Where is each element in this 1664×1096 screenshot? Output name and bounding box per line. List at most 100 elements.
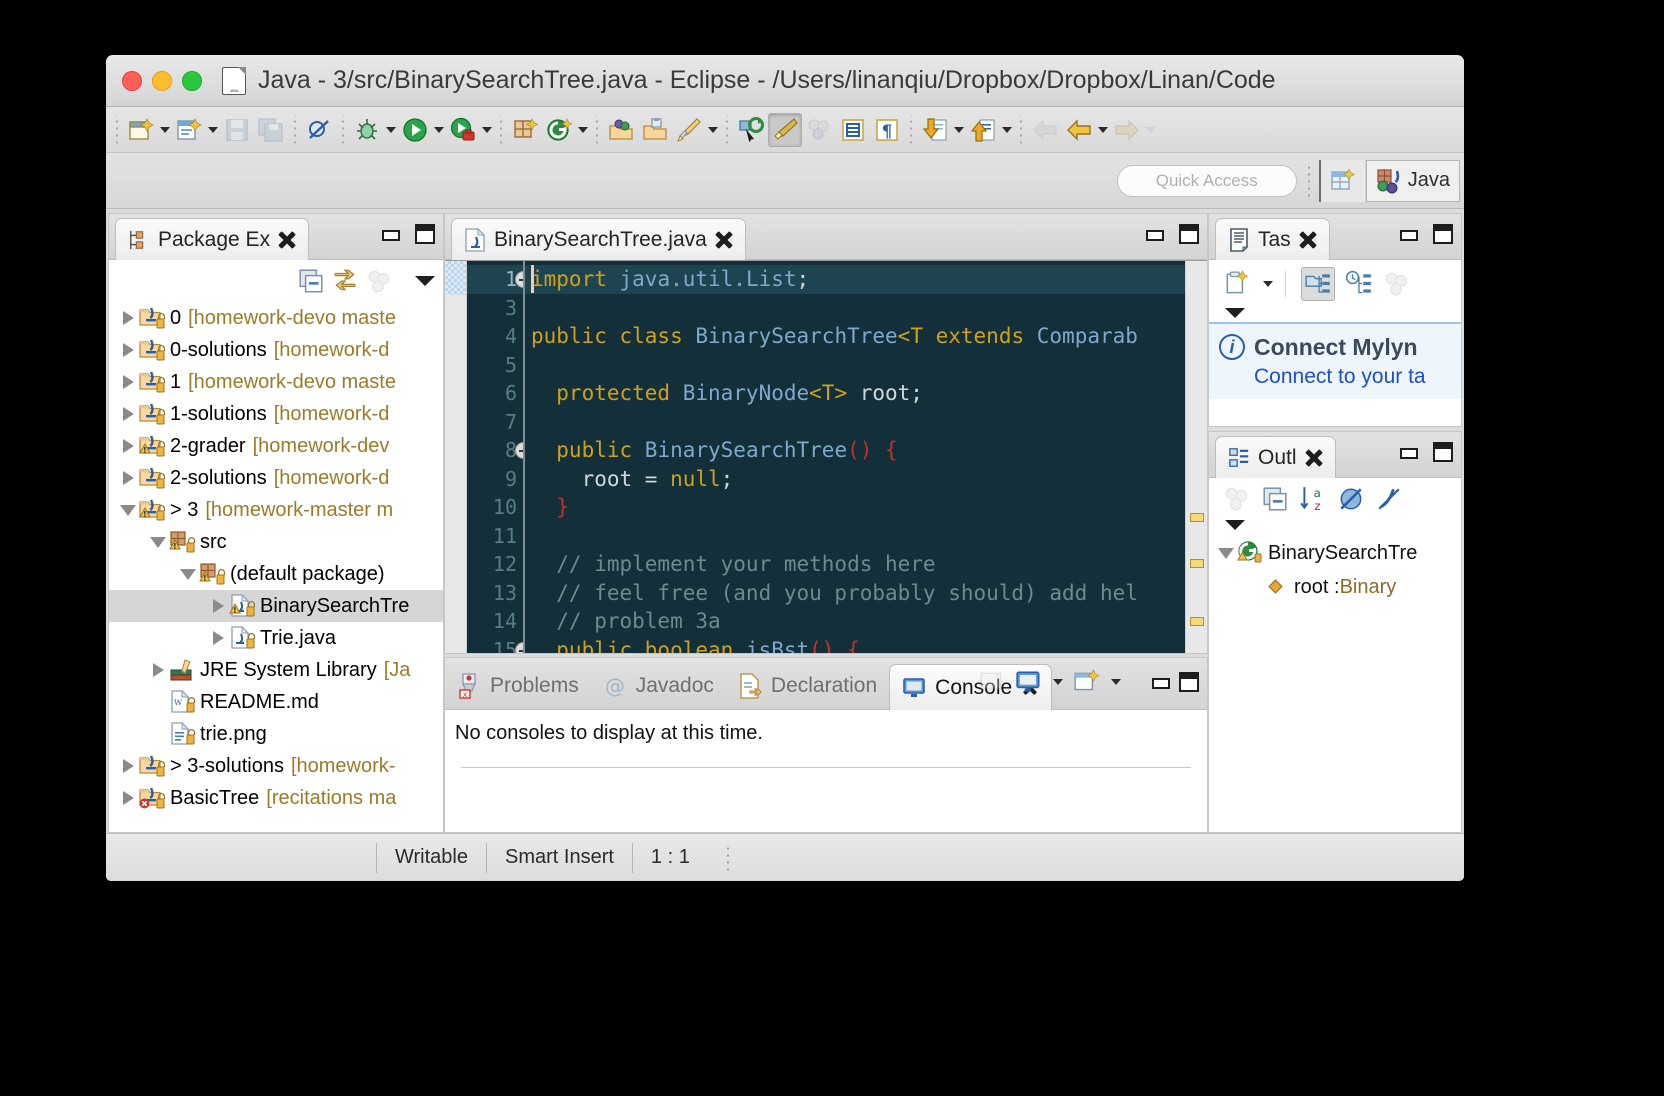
hide-nonpublic-icon[interactable] [1337,485,1365,513]
twisty-collapsed-icon[interactable] [117,407,139,421]
tree-row[interactable]: 1 [homework-devo maste [109,366,443,398]
twisty-collapsed-icon[interactable] [117,439,139,453]
new-console-dropdown[interactable] [1109,665,1123,699]
debug-dropdown[interactable] [384,113,398,147]
debug-button[interactable] [350,113,384,147]
scheduled-icon[interactable] [1345,270,1373,298]
new-task-icon[interactable] [1223,270,1251,298]
mylyn-connect-banner[interactable]: i Connect Mylyn Connect to your ta [1209,322,1461,399]
tab-tasks[interactable]: Tas [1215,218,1330,260]
open-perspective-button[interactable] [1321,159,1366,202]
new-junit-test-button[interactable] [508,113,542,147]
twisty-collapsed-icon[interactable] [207,599,229,613]
twisty-collapsed-icon[interactable] [117,343,139,357]
new-wizard-button[interactable] [124,113,158,147]
external-tools-dropdown[interactable] [576,113,590,147]
minimize-button[interactable] [152,70,172,91]
toolbar-grip-7[interactable] [907,114,915,145]
tree-row[interactable]: 2-grader [homework-dev [109,430,443,462]
twisty-collapsed-icon[interactable] [117,759,139,773]
categorized-icon[interactable] [1304,270,1332,298]
tree-row[interactable]: JRE System Library [Ja [109,654,443,686]
code-line[interactable]: protected BinaryNode<T> root; [525,379,1185,408]
tree-row[interactable]: BasicTree [recitations ma [109,782,443,814]
console-body[interactable]: No consoles to display at this time. [445,710,1207,832]
toolbar-grip-3[interactable] [339,114,347,145]
tree-row[interactable]: 0-solutions [homework-d [109,334,443,366]
previous-annotation-button[interactable] [966,113,1000,147]
code-line[interactable]: public BinarySearchTree() { [525,436,1185,465]
collapse-all-icon[interactable] [297,267,325,295]
outline-row[interactable]: root : Binary [1209,570,1461,604]
twisty-collapsed-icon[interactable] [117,471,139,485]
tab-javadoc[interactable]: @ Javadoc [591,663,726,709]
maximize-icon[interactable] [1179,672,1199,692]
new-java-class-dropdown[interactable] [206,113,220,147]
twisty-expanded-icon[interactable] [147,536,169,548]
twisty-expanded-icon[interactable] [117,504,139,516]
zoom-button[interactable] [182,70,202,91]
twisty-collapsed-icon[interactable] [117,791,139,805]
link-with-editor-icon[interactable] [331,267,359,295]
editor-overview-ruler[interactable] [1185,261,1207,653]
package-explorer-tree[interactable]: 0 [homework-devo maste 0-solutions [homewor… [109,300,443,832]
code-line[interactable] [525,351,1185,380]
tab-outline[interactable]: Outl [1215,436,1336,478]
tree-row[interactable]: 1-solutions [homework-d [109,398,443,430]
twisty-collapsed-icon[interactable] [207,631,229,645]
code-line[interactable]: // problem 3a [525,607,1185,636]
perspective-grip[interactable] [1306,163,1315,198]
tree-row[interactable]: w README.md [109,686,443,718]
previous-annotation-dropdown[interactable] [1000,113,1014,147]
back-dropdown[interactable] [1096,113,1110,147]
tree-row[interactable]: (default package) [109,558,443,590]
display-console-dropdown[interactable] [1051,665,1065,699]
twisty-expanded-icon[interactable] [177,568,199,580]
code-line[interactable]: import java.util.List; [525,265,1185,294]
tree-row[interactable]: BinarySearchTre [109,590,443,622]
view-menu-icon[interactable] [415,276,435,286]
view-menu-icon[interactable] [1225,520,1245,530]
perspective-java-button[interactable]: Java [1365,159,1460,202]
outline-tree[interactable]: BinarySearchTre root : Binary [1209,534,1461,832]
tree-row[interactable]: trie.png [109,718,443,750]
hide-static-icon[interactable] [1375,485,1403,513]
close-button[interactable] [122,70,142,91]
new-task-dropdown[interactable] [1261,267,1275,301]
close-icon[interactable] [715,231,733,249]
code-line[interactable] [525,522,1185,551]
display-console-icon[interactable] [1015,668,1043,696]
code-line[interactable]: } [525,493,1185,522]
twisty-collapsed-icon[interactable] [117,311,139,325]
tree-row[interactable]: Trie.java [109,622,443,654]
maximize-icon[interactable] [1179,224,1199,244]
code-line[interactable]: // implement your methods here [525,550,1185,579]
toolbar-grip-6[interactable] [723,114,731,145]
toolbar-grip-8[interactable] [1017,114,1025,145]
code-editor[interactable]: 1 3 4 5 6 7 8 9 10 11 12 13 14 15 import java.util.Li… [445,260,1207,653]
code-line[interactable]: // feel free (and you probably should) a… [525,579,1185,608]
twisty-expanded-icon[interactable] [1215,547,1237,559]
editor-code-area[interactable]: import java.util.List; public class Bina… [523,261,1185,653]
toolbar-grip-4[interactable] [497,114,505,145]
twisty-collapsed-icon[interactable] [147,663,169,677]
run-dropdown[interactable] [432,113,446,147]
search-dropdown[interactable] [706,113,720,147]
toggle-mark-occurrences-button[interactable] [768,112,802,147]
minimize-icon[interactable] [1151,672,1171,692]
workweek-icon[interactable] [1383,270,1411,298]
code-line[interactable]: root = null; [525,465,1185,494]
toolbar-grip-5[interactable] [593,114,601,145]
maximize-icon[interactable] [1433,224,1453,244]
maximize-icon[interactable] [1433,442,1453,462]
toggle-block-selection-button[interactable] [836,113,870,147]
tree-row[interactable]: > 3-solutions [homework- [109,750,443,782]
minimize-icon[interactable] [1399,442,1419,462]
last-edit-location-button[interactable] [734,113,768,147]
back-button[interactable] [1062,113,1096,147]
coverage-button[interactable] [446,113,480,147]
next-annotation-dropdown[interactable] [952,113,966,147]
coverage-dropdown[interactable] [480,113,494,147]
close-icon[interactable] [278,231,296,249]
new-wizard-dropdown[interactable] [158,113,172,147]
